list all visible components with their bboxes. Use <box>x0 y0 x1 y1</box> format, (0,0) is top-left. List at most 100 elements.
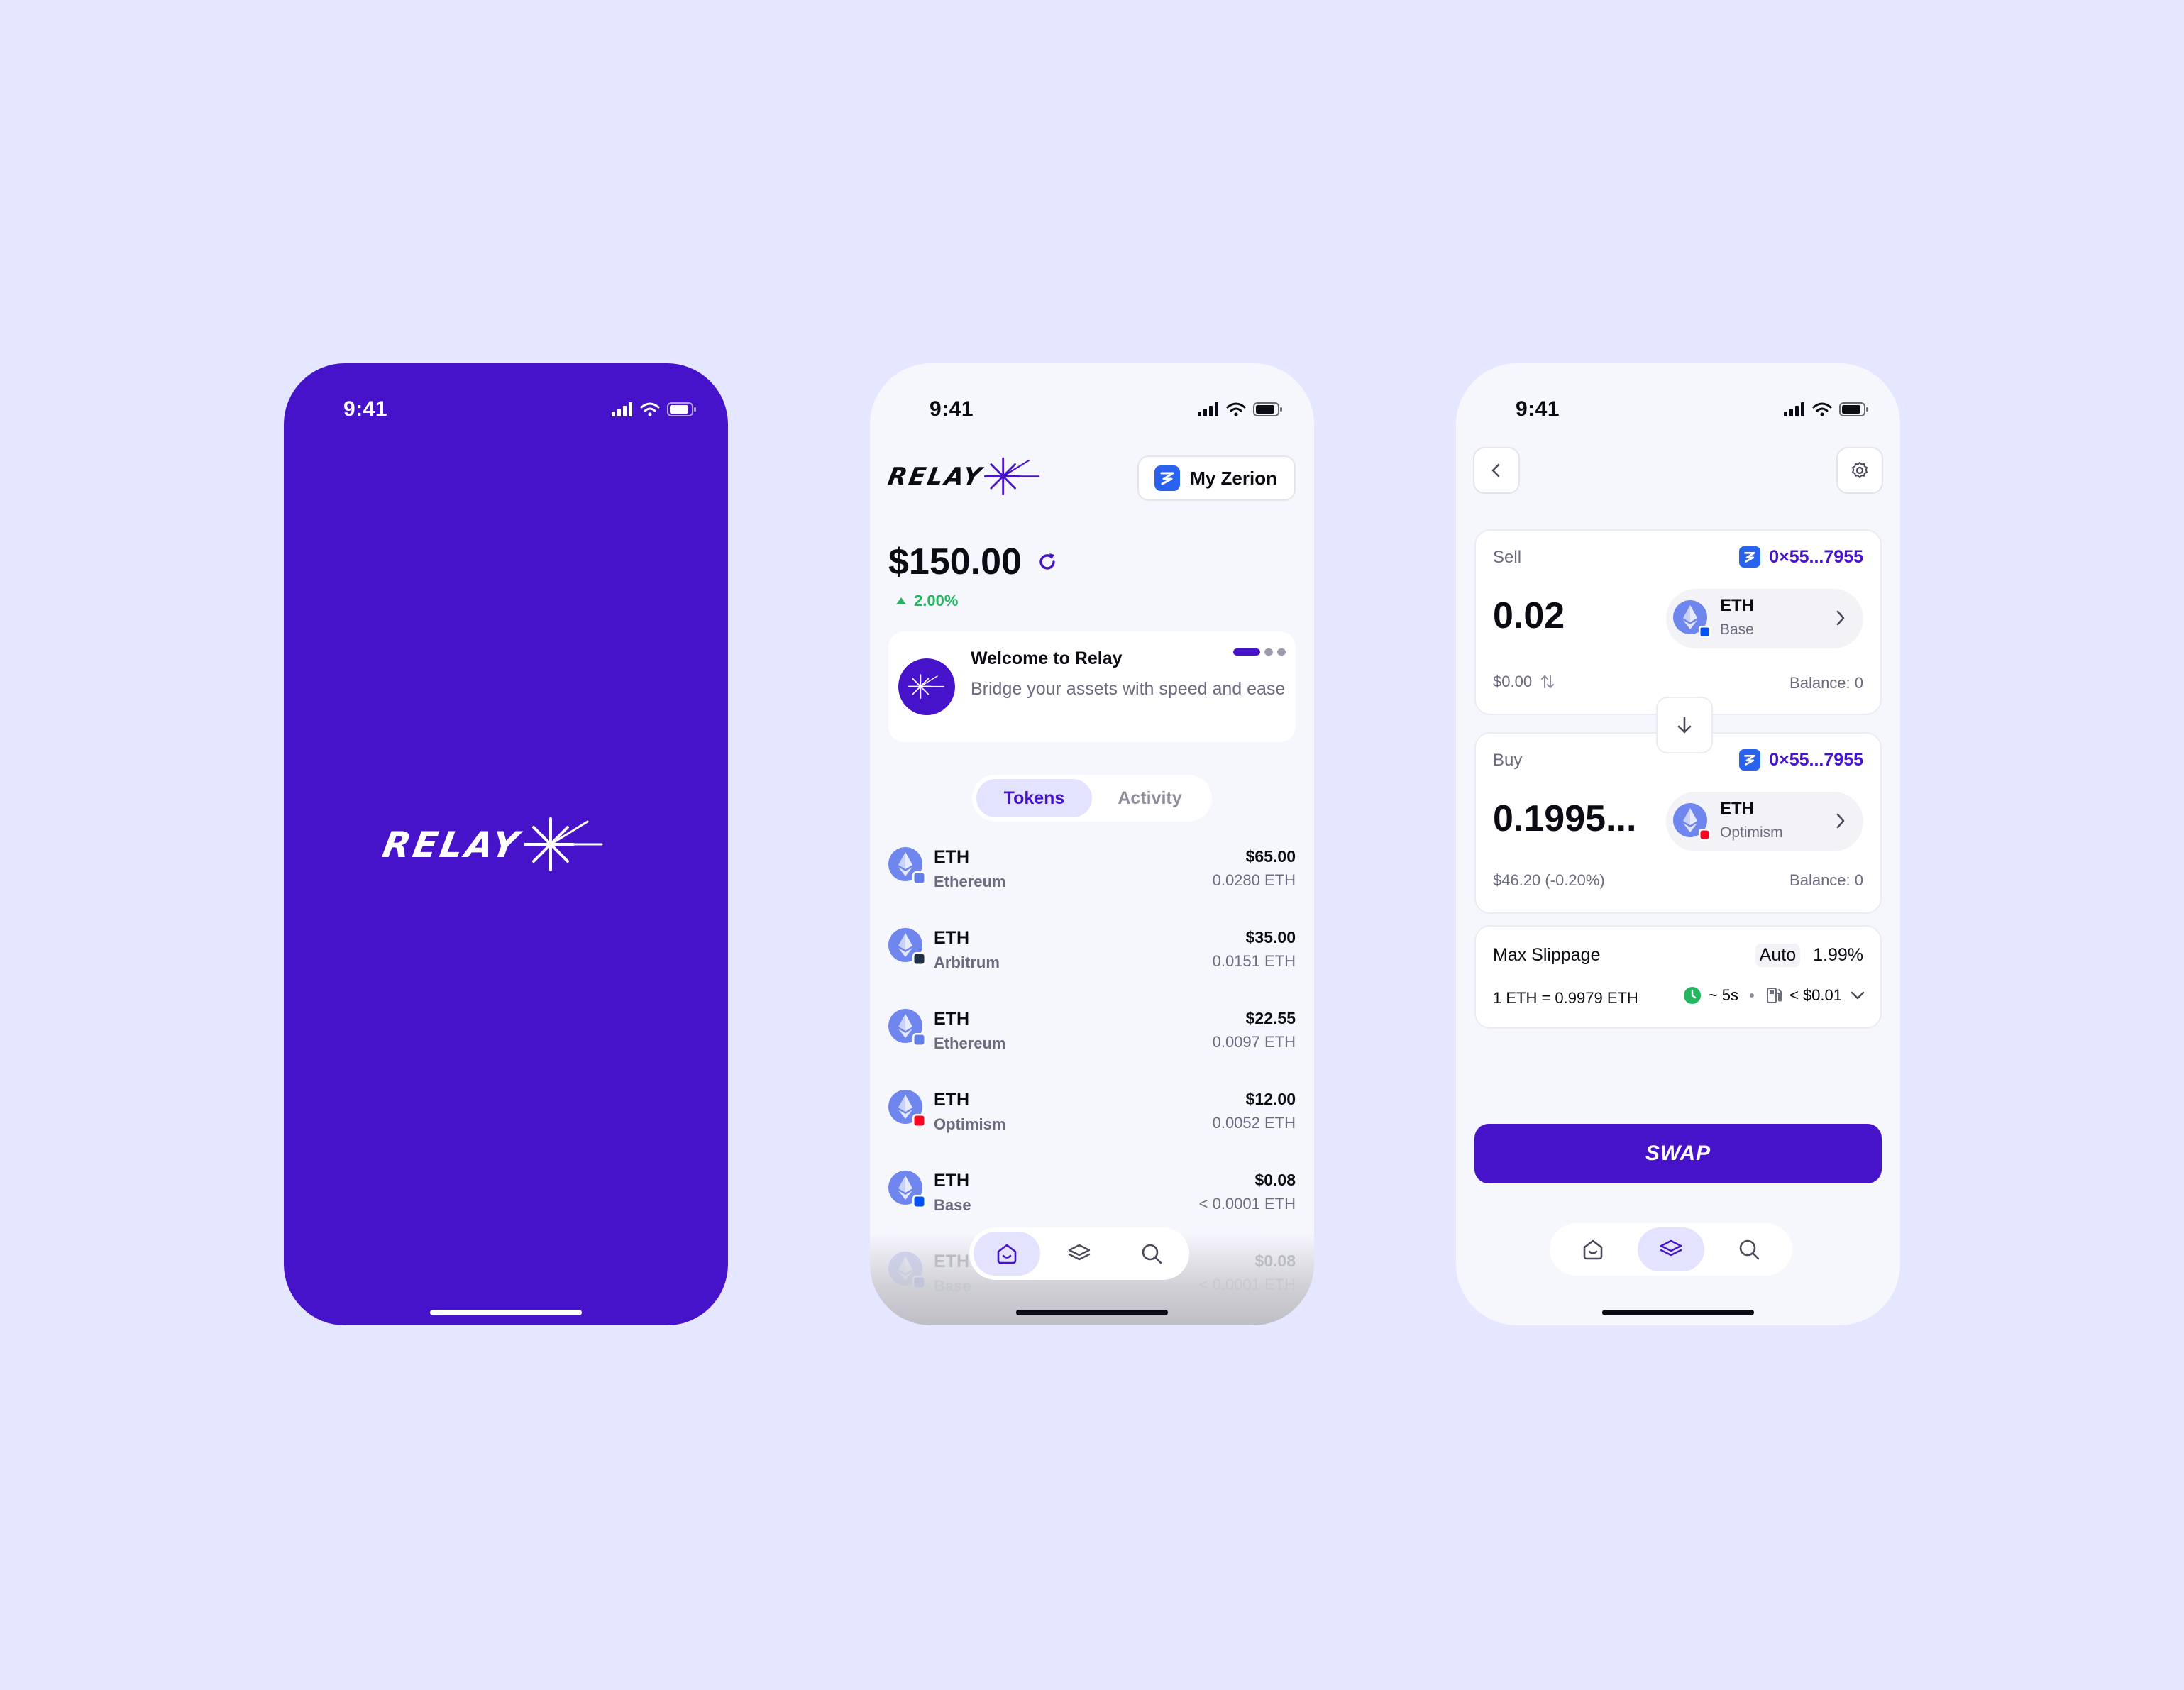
nav-search[interactable] <box>1118 1232 1185 1276</box>
chain-badge <box>914 1034 925 1045</box>
home-icon <box>1583 1239 1603 1260</box>
battery-icon <box>1253 402 1282 416</box>
token-row[interactable]: ETH Optimism $12.00 0.0052 ETH <box>888 1080 1296 1144</box>
token-usd-value: $0.08 <box>1254 1171 1296 1189</box>
clock-icon <box>1683 987 1701 1004</box>
buy-usd-value: $46.20 (-0.20%) <box>1493 871 1605 889</box>
swap-button[interactable]: SWAP <box>1474 1124 1882 1183</box>
token-row[interactable]: ETH Arbitrum $35.00 0.0151 ETH <box>888 918 1296 982</box>
status-bar: 9:41 <box>1456 389 1900 431</box>
signal-icon <box>1198 402 1218 416</box>
swap-screen: 9:41 Sell 0×55...7955 0.02 ETH Base $0.0… <box>1456 363 1900 1325</box>
token-chain: Arbitrum <box>934 954 1000 971</box>
sell-amount-input[interactable]: 0.02 <box>1493 595 1565 637</box>
token-amount: 0.0280 ETH <box>1212 871 1296 889</box>
nav-home[interactable] <box>974 1232 1040 1276</box>
triangle-up-icon <box>896 597 906 604</box>
gas-icon <box>1766 988 1782 1003</box>
slippage-mode[interactable]: Auto <box>1755 944 1801 967</box>
sell-token-selector[interactable]: ETH Base <box>1666 589 1863 648</box>
token-row[interactable]: ETH Base $0.08 < 0.0001 ETH <box>888 1161 1296 1225</box>
battery-icon <box>1839 402 1868 416</box>
sell-token-chain: Base <box>1720 622 1754 638</box>
token-symbol: ETH <box>934 1090 969 1110</box>
my-zerion-button[interactable]: My Zerion <box>1137 455 1296 501</box>
search-icon <box>1739 1239 1760 1260</box>
refresh-icon[interactable] <box>1036 551 1059 573</box>
flip-direction-button[interactable] <box>1656 697 1713 753</box>
zerion-icon <box>1739 749 1761 771</box>
relay-wordmark: RELAY <box>886 463 986 491</box>
token-chain: Optimism <box>934 1115 1006 1133</box>
wifi-icon <box>640 402 660 416</box>
token-symbol: ETH <box>934 847 969 867</box>
sell-wallet-address[interactable]: 0×55...7955 <box>1739 546 1863 568</box>
relay-spark-icon <box>908 674 945 699</box>
sell-address-text: 0×55...7955 <box>1769 546 1863 567</box>
buy-balance: Balance: 0 <box>1789 871 1863 889</box>
relay-wordmark: RELAY <box>379 824 524 866</box>
buy-wallet-address[interactable]: 0×55...7955 <box>1739 749 1863 771</box>
carousel-dot[interactable] <box>1264 648 1273 656</box>
balance-change: 2.00% <box>895 592 958 610</box>
token-symbol: ETH <box>934 928 969 948</box>
sell-balance: Balance: 0 <box>1789 674 1863 692</box>
token-row[interactable]: ETH Ethereum $22.55 0.0097 ETH <box>888 999 1296 1063</box>
layers-icon <box>1068 1244 1091 1261</box>
buy-address-text: 0×55...7955 <box>1769 749 1863 770</box>
signal-icon <box>612 402 632 416</box>
carousel-dots[interactable] <box>1233 648 1286 656</box>
nav-layers[interactable] <box>1046 1232 1113 1276</box>
tab-tokens[interactable]: Tokens <box>976 779 1092 817</box>
home-indicator <box>430 1310 582 1315</box>
settings-button[interactable] <box>1836 447 1883 494</box>
battery-icon <box>667 402 696 416</box>
status-bar: 9:41 <box>284 389 728 431</box>
token-amount: 0.0097 ETH <box>1212 1033 1296 1051</box>
welcome-card[interactable]: Welcome to Relay Bridge your assets with… <box>888 631 1296 742</box>
buy-token-selector[interactable]: ETH Optimism <box>1666 792 1863 851</box>
eth-coin-icon <box>888 846 928 889</box>
chevron-right-icon <box>1836 813 1845 829</box>
back-button[interactable] <box>1473 447 1520 494</box>
eth-coin-icon <box>888 1088 928 1132</box>
nav-search[interactable] <box>1710 1227 1788 1271</box>
relay-spark-badge <box>898 658 955 715</box>
balance-row: $150.00 <box>888 541 1059 583</box>
slippage-panel[interactable]: Max Slippage Auto 1.99% 1 ETH = 0.9979 E… <box>1474 925 1882 1029</box>
relay-spark-icon <box>523 817 603 871</box>
exchange-rate: 1 ETH = 0.9979 ETH <box>1493 989 1638 1007</box>
token-row[interactable]: ETH Ethereum $65.00 0.0280 ETH <box>888 837 1296 901</box>
token-chain: Ethereum <box>934 1034 1006 1052</box>
slippage-label: Max Slippage <box>1493 945 1601 965</box>
carousel-dot[interactable] <box>1277 648 1286 656</box>
tab-bar: Tokens Activity <box>972 775 1212 822</box>
nav-layers[interactable] <box>1638 1227 1704 1271</box>
relay-spark-icon <box>984 457 1040 495</box>
status-bar: 9:41 <box>870 389 1314 431</box>
estimated-time: ~ 5s <box>1708 986 1738 1004</box>
nav-home[interactable] <box>1554 1227 1632 1271</box>
slippage-value: 1.99% <box>1813 945 1863 965</box>
sell-panel: Sell 0×55...7955 0.02 ETH Base $0.00 Bal… <box>1474 529 1882 715</box>
network-fee: < $0.01 <box>1789 986 1842 1004</box>
layers-icon <box>1660 1239 1682 1257</box>
relay-logo: RELAY <box>886 457 1041 497</box>
wallet-header: RELAY My Zerion <box>886 455 1296 501</box>
total-balance: $150.00 <box>888 541 1022 582</box>
wifi-icon <box>1226 402 1246 416</box>
chevron-right-icon <box>1836 610 1845 626</box>
token-amount: 0.0052 ETH <box>1212 1114 1296 1132</box>
tab-activity[interactable]: Activity <box>1092 779 1208 817</box>
buy-token-symbol: ETH <box>1720 799 1754 818</box>
welcome-title: Welcome to Relay <box>971 648 1123 668</box>
buy-amount: 0.1995... <box>1493 798 1637 839</box>
status-time: 9:41 <box>343 397 388 421</box>
carousel-dot-active[interactable] <box>1233 648 1260 656</box>
chain-badge <box>914 954 925 964</box>
token-chain: Base <box>934 1196 971 1214</box>
gear-icon <box>1852 462 1868 478</box>
chevron-down-icon[interactable] <box>1849 988 1866 1003</box>
arrow-down-icon <box>1677 717 1692 734</box>
swap-vertical-icon[interactable] <box>1539 673 1556 690</box>
